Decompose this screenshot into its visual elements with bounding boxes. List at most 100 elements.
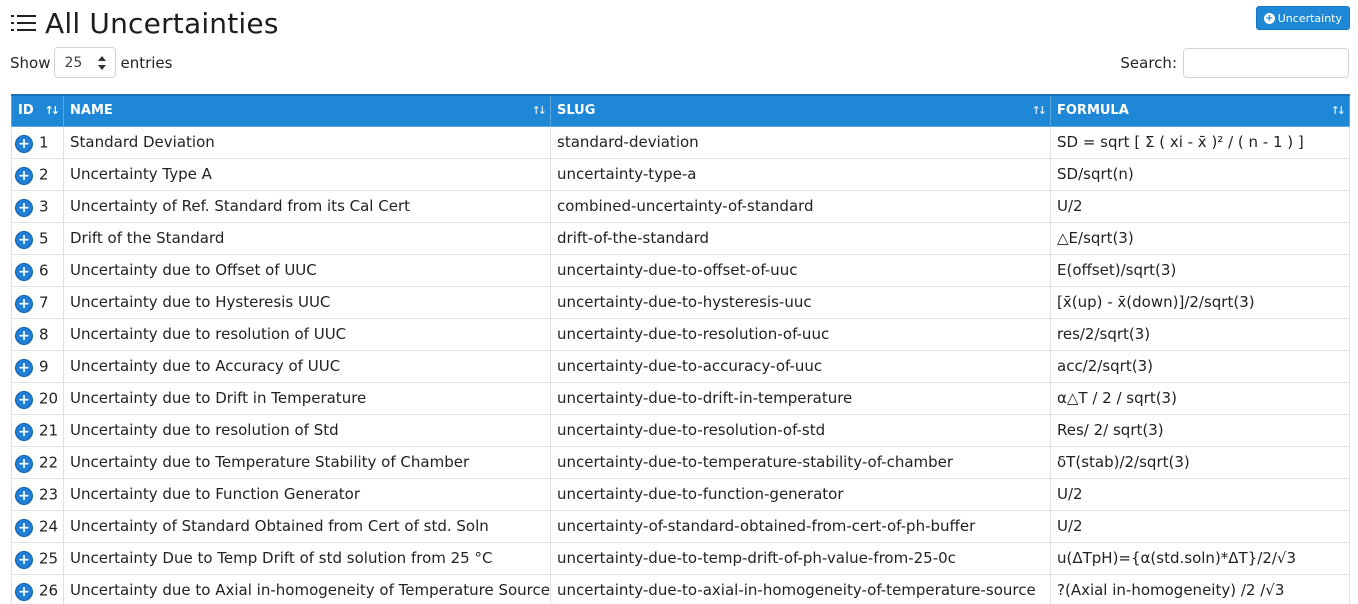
column-header-formula[interactable]: FORMULA ↑↓ (1050, 94, 1350, 127)
cell-id: +3 (11, 189, 64, 223)
cell-id: +8 (11, 317, 64, 351)
cell-name: Drift of the Standard (63, 221, 551, 255)
table-row[interactable]: +9 Uncertainty due to Accuracy of UUC unce… (11, 349, 1350, 383)
expand-row-icon[interactable]: + (16, 231, 32, 248)
cell-slug: uncertainty-due-to-axial-in-homogeneity-… (550, 573, 1051, 604)
table-row[interactable]: +6 Uncertainty due to Offset of UUC uncert… (11, 253, 1350, 287)
table-row[interactable]: +8 Uncertainty due to resolution of UUC un… (11, 317, 1350, 351)
cell-formula: U/2 (1050, 189, 1350, 223)
cell-slug: uncertainty-due-to-drift-in-temperature (550, 381, 1051, 415)
cell-formula: α△T / 2 / sqrt(3) (1050, 381, 1350, 415)
cell-formula: res/2/sqrt(3) (1050, 317, 1350, 351)
cell-slug: uncertainty-due-to-offset-of-uuc (550, 253, 1051, 287)
select-arrows-icon (98, 56, 107, 70)
cell-id: +9 (11, 349, 64, 383)
table-row[interactable]: +22 Uncertainty due to Temperature Stabil… (11, 445, 1350, 479)
row-id: 20 (39, 389, 59, 407)
table-row[interactable]: +3 Uncertainty of Ref. Standard from its … (11, 189, 1350, 223)
cell-formula: U/2 (1050, 509, 1350, 543)
cell-name: Uncertainty Type A (63, 157, 551, 191)
cell-formula: △E/sqrt(3) (1050, 221, 1350, 255)
cell-id: +1 (11, 125, 64, 159)
table-header-row: ID ↑↓ NAME ↑↓ SLUG ↑↓ FORMULA ↑↓ (11, 94, 1350, 127)
expand-row-icon[interactable]: + (16, 583, 32, 600)
sort-icon: ↑↓ (531, 104, 548, 117)
expand-row-icon[interactable]: + (16, 519, 32, 536)
row-id: 26 (39, 581, 59, 599)
cell-formula: E(offset)/sqrt(3) (1050, 253, 1350, 287)
expand-row-icon[interactable]: + (16, 167, 32, 184)
cell-formula: SD = sqrt [ Σ ( xi - x̄ )² / ( n - 1 ) ] (1050, 125, 1350, 159)
cell-name: Uncertainty due to Function Generator (63, 477, 551, 511)
table-row[interactable]: +24 Uncertainty of Standard Obtained from… (11, 509, 1350, 543)
expand-row-icon[interactable]: + (16, 263, 32, 280)
row-id: 5 (39, 229, 49, 247)
cell-name: Standard Deviation (63, 125, 551, 159)
expand-row-icon[interactable]: + (16, 455, 32, 472)
table-row[interactable]: +21 Uncertainty due to resolution of Std u… (11, 413, 1350, 447)
table-row[interactable]: +20 Uncertainty due to Drift in Temperatu… (11, 381, 1350, 415)
cell-id: +22 (11, 445, 64, 479)
expand-row-icon[interactable]: + (16, 487, 32, 504)
row-id: 2 (39, 165, 49, 183)
row-id: 21 (39, 421, 59, 439)
column-header-slug[interactable]: SLUG ↑↓ (550, 94, 1051, 127)
cell-slug: combined-uncertainty-of-standard (550, 189, 1051, 223)
cell-formula: ?(Axial in-homogeneity) /2 /√3 (1050, 573, 1350, 604)
expand-row-icon[interactable]: + (16, 359, 32, 376)
column-header-name[interactable]: NAME ↑↓ (63, 94, 551, 127)
expand-row-icon[interactable]: + (16, 423, 32, 440)
expand-row-icon[interactable]: + (16, 551, 32, 568)
add-uncertainty-button[interactable]: + Uncertainty (1255, 6, 1350, 30)
expand-row-icon[interactable]: + (16, 327, 32, 344)
table-row[interactable]: +5 Drift of the Standard drift-of-the-stan… (11, 221, 1350, 255)
expand-row-icon[interactable]: + (16, 135, 32, 152)
row-id: 22 (39, 453, 59, 471)
cell-id: +26 (11, 573, 64, 604)
page-header: All Uncertainties (11, 4, 279, 42)
column-header-label: SLUG (557, 103, 596, 119)
search-control: Search: (1120, 48, 1349, 78)
cell-slug: uncertainty-due-to-resolution-of-uuc (550, 317, 1051, 351)
sort-icon: ↑↓ (1031, 104, 1048, 117)
cell-id: +23 (11, 477, 64, 511)
cell-slug: drift-of-the-standard (550, 221, 1051, 255)
row-id: 9 (39, 357, 49, 375)
plus-circle-icon: + (1263, 12, 1275, 24)
cell-formula: δT(stab)/2/sqrt(3) (1050, 445, 1350, 479)
column-header-label: FORMULA (1057, 103, 1129, 119)
cell-formula: [x̄(up) - x̄(down)]/2/sqrt(3) (1050, 285, 1350, 319)
cell-slug: uncertainty-due-to-hysteresis-uuc (550, 285, 1051, 319)
cell-name: Uncertainty due to Temperature Stability… (63, 445, 551, 479)
cell-id: +24 (11, 509, 64, 543)
table-row[interactable]: +1 Standard Deviation standard-deviation SD… (11, 125, 1350, 159)
cell-id: +25 (11, 541, 64, 575)
row-id: 7 (39, 293, 49, 311)
table-row[interactable]: +7 Uncertainty due to Hysteresis UUC uncer… (11, 285, 1350, 319)
cell-id: +7 (11, 285, 64, 319)
page-title: All Uncertainties (45, 6, 279, 40)
expand-row-icon[interactable]: + (16, 391, 32, 408)
table-row[interactable]: +25 Uncertainty Due to Temp Drift of std … (11, 541, 1350, 575)
column-header-label: NAME (70, 103, 113, 119)
cell-slug: uncertainty-due-to-accuracy-of-uuc (550, 349, 1051, 383)
cell-name: Uncertainty due to Drift in Temperature (63, 381, 551, 415)
table-row[interactable]: +23 Uncertainty due to Function Generator… (11, 477, 1350, 511)
table-row[interactable]: +26 Uncertainty due to Axial in-homogenei… (11, 573, 1350, 604)
cell-name: Uncertainty of Standard Obtained from Ce… (63, 509, 551, 543)
expand-row-icon[interactable]: + (16, 295, 32, 312)
column-header-id[interactable]: ID ↑↓ (11, 94, 64, 127)
entries-label: entries (120, 53, 173, 72)
list-icon (11, 13, 37, 33)
add-button-label: Uncertainty (1277, 11, 1342, 25)
cell-name: Uncertainty due to resolution of UUC (63, 317, 551, 351)
cell-slug: standard-deviation (550, 125, 1051, 159)
cell-slug: uncertainty-due-to-temp-drift-of-ph-valu… (550, 541, 1051, 575)
row-id: 24 (39, 517, 59, 535)
expand-row-icon[interactable]: + (16, 199, 32, 216)
entries-length-control: Show 25 entries (10, 47, 172, 78)
search-input[interactable] (1183, 48, 1349, 78)
entries-select[interactable]: 25 (54, 47, 117, 78)
row-id: 1 (39, 133, 49, 151)
table-row[interactable]: +2 Uncertainty Type Auncertainty-type-a SD… (11, 157, 1350, 191)
